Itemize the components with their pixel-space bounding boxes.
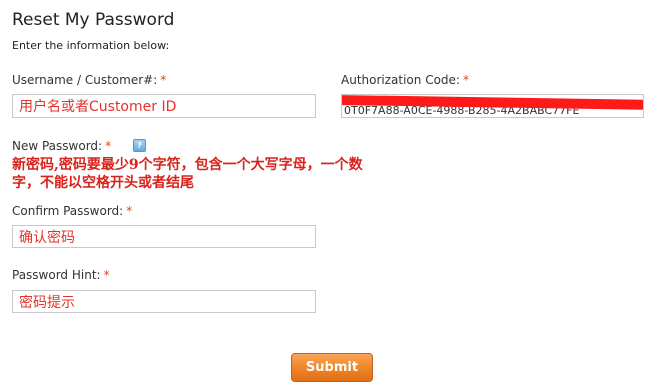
confirm-password-input[interactable]: [12, 225, 316, 248]
username-input[interactable]: [12, 94, 316, 118]
form-intro: Enter the information below:: [12, 39, 170, 52]
page-title: Reset My Password: [12, 10, 175, 30]
auth-code-label: Authorization Code: *: [341, 73, 469, 87]
password-hint-label-text: Password Hint:: [12, 268, 101, 282]
password-hint-input[interactable]: [12, 290, 316, 313]
required-marker: *: [160, 73, 167, 87]
confirm-password-label-text: Confirm Password:: [12, 204, 124, 218]
required-marker: *: [126, 204, 133, 218]
submit-button[interactable]: Submit: [291, 353, 373, 382]
new-password-label-text: New Password:: [12, 139, 103, 153]
help-question-icon[interactable]: ?: [133, 139, 146, 152]
password-requirements-note: 新密码,密码要最少9个字符，包含一个大写字母，一个数字，不能以空格开头或者结尾: [12, 157, 363, 191]
password-hint-label: Password Hint: *: [12, 268, 110, 282]
required-marker: *: [462, 73, 469, 87]
confirm-password-label: Confirm Password: *: [12, 204, 132, 218]
auth-code-label-text: Authorization Code:: [341, 73, 460, 87]
required-marker: *: [105, 139, 112, 153]
username-label-text: Username / Customer#:: [12, 73, 158, 87]
auth-code-input[interactable]: 0T0F7A88-A0CE-4988-B285-4A2BABC77FE: [341, 94, 644, 118]
new-password-label: New Password: *: [12, 139, 111, 153]
username-label: Username / Customer#: *: [12, 73, 166, 87]
required-marker: *: [103, 268, 110, 282]
